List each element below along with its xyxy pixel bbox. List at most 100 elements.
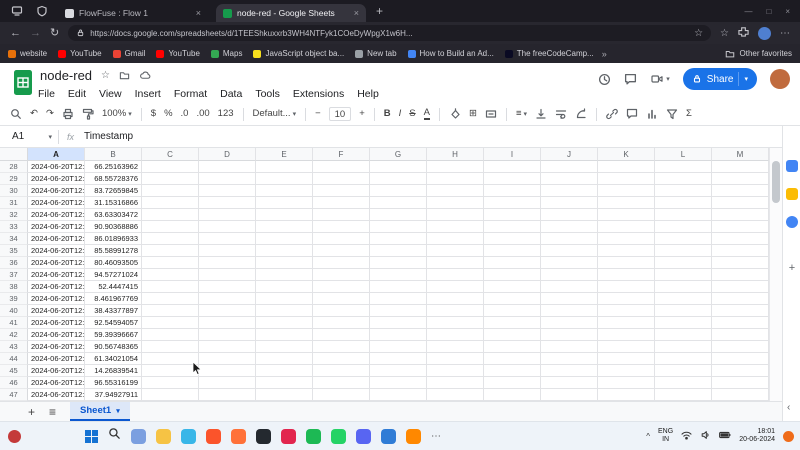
cell-empty[interactable] [541, 221, 598, 233]
cell-empty[interactable] [313, 317, 370, 329]
row-number[interactable]: 38 [0, 281, 28, 293]
cell-empty[interactable] [427, 353, 484, 365]
meet-icon[interactable]: ▾ [650, 73, 670, 85]
cell-empty[interactable] [313, 221, 370, 233]
cell-empty[interactable] [484, 269, 541, 281]
cell-empty[interactable] [199, 281, 256, 293]
cell-timestamp[interactable]: 2024-06-20T12: [28, 377, 85, 389]
functions-icon[interactable]: Σ [686, 109, 692, 119]
cell-empty[interactable] [598, 293, 655, 305]
new-tab-button[interactable]: + [376, 4, 383, 18]
column-header[interactable]: L [655, 148, 712, 161]
cell-empty[interactable] [484, 161, 541, 173]
cell-empty[interactable] [256, 233, 313, 245]
cell-empty[interactable] [142, 329, 199, 341]
cell-empty[interactable] [427, 281, 484, 293]
cell-empty[interactable] [541, 161, 598, 173]
cell-timestamp[interactable]: 2024-06-20T12: [28, 185, 85, 197]
taskbar-app[interactable] [406, 429, 421, 444]
cell-empty[interactable] [142, 281, 199, 293]
maximize-icon[interactable]: □ [766, 7, 771, 16]
taskbar-app[interactable] [281, 429, 296, 444]
cell-empty[interactable] [655, 173, 712, 185]
cell-empty[interactable] [142, 245, 199, 257]
cell-empty[interactable] [712, 329, 769, 341]
row-number[interactable]: 43 [0, 341, 28, 353]
cell-timestamp[interactable]: 2024-06-20T12: [28, 173, 85, 185]
cell-empty[interactable] [370, 293, 427, 305]
refresh-icon[interactable]: ↻ [50, 28, 59, 39]
bold-button[interactable]: B [384, 109, 391, 119]
fill-color-icon[interactable] [449, 108, 461, 120]
row-number[interactable]: 30 [0, 185, 28, 197]
cell-empty[interactable] [655, 305, 712, 317]
cell-empty[interactable] [655, 389, 712, 401]
column-header[interactable]: G [370, 148, 427, 161]
cell-value[interactable]: 85.58991278 [85, 245, 142, 257]
cell-empty[interactable] [142, 257, 199, 269]
cell-empty[interactable] [313, 269, 370, 281]
undo-icon[interactable]: ↶ [30, 109, 38, 119]
column-header[interactable]: C [142, 148, 199, 161]
cell-timestamp[interactable]: 2024-06-20T12: [28, 281, 85, 293]
cell-empty[interactable] [712, 353, 769, 365]
cell-empty[interactable] [313, 377, 370, 389]
collapse-panel-icon[interactable]: ‹ [787, 402, 790, 413]
paint-format-icon[interactable] [82, 108, 94, 120]
row-number[interactable]: 41 [0, 317, 28, 329]
cell-empty[interactable] [256, 293, 313, 305]
bookmark-item[interactable]: YouTube [58, 49, 101, 58]
cell-empty[interactable] [142, 305, 199, 317]
cell-value[interactable]: 86.01896933 [85, 233, 142, 245]
cell-empty[interactable] [541, 389, 598, 401]
cell-value[interactable]: 66.25163962 [85, 161, 142, 173]
cell-empty[interactable] [484, 365, 541, 377]
cell-empty[interactable] [541, 365, 598, 377]
cell-empty[interactable] [484, 257, 541, 269]
column-header[interactable]: E [256, 148, 313, 161]
cell-empty[interactable] [199, 197, 256, 209]
cell-empty[interactable] [427, 329, 484, 341]
cell-empty[interactable] [256, 245, 313, 257]
cell-empty[interactable] [256, 377, 313, 389]
cell-empty[interactable] [427, 317, 484, 329]
cell-empty[interactable] [712, 305, 769, 317]
cell-empty[interactable] [598, 221, 655, 233]
browser-profile-avatar[interactable] [758, 27, 771, 40]
other-favorites[interactable]: Other favorites [725, 49, 792, 59]
clock[interactable]: 18:01 20-06-2024 [739, 428, 775, 445]
cell-empty[interactable] [370, 353, 427, 365]
cell-empty[interactable] [598, 389, 655, 401]
menu-item[interactable]: Edit [68, 88, 86, 100]
cell-empty[interactable] [484, 377, 541, 389]
zoom-select[interactable]: 100% ▾ [102, 109, 132, 119]
cell-empty[interactable] [256, 269, 313, 281]
taskbar-app[interactable] [231, 429, 246, 444]
cell-empty[interactable] [598, 341, 655, 353]
cell-empty[interactable] [142, 161, 199, 173]
keep-icon[interactable] [786, 188, 798, 200]
cell-timestamp[interactable]: 2024-06-20T12: [28, 341, 85, 353]
cell-empty[interactable] [427, 389, 484, 401]
cell-empty[interactable] [142, 173, 199, 185]
cell-empty[interactable] [427, 173, 484, 185]
cell-value[interactable]: 90.90368886 [85, 221, 142, 233]
cell-empty[interactable] [142, 377, 199, 389]
cell-empty[interactable] [598, 197, 655, 209]
history-icon[interactable] [598, 73, 611, 86]
taskbar-app[interactable] [331, 429, 346, 444]
cell-empty[interactable] [142, 293, 199, 305]
cell-empty[interactable] [199, 257, 256, 269]
cell-empty[interactable] [655, 221, 712, 233]
cell-value[interactable]: 94.57271024 [85, 269, 142, 281]
cell-empty[interactable] [712, 317, 769, 329]
cell-timestamp[interactable]: 2024-06-20T12: [28, 197, 85, 209]
cell-empty[interactable] [313, 197, 370, 209]
cell-empty[interactable] [313, 161, 370, 173]
taskbar-app[interactable] [381, 429, 396, 444]
cell-empty[interactable] [199, 209, 256, 221]
cell-empty[interactable] [199, 293, 256, 305]
cell-empty[interactable] [712, 365, 769, 377]
redo-icon[interactable]: ↷ [46, 109, 54, 119]
cell-empty[interactable] [199, 365, 256, 377]
